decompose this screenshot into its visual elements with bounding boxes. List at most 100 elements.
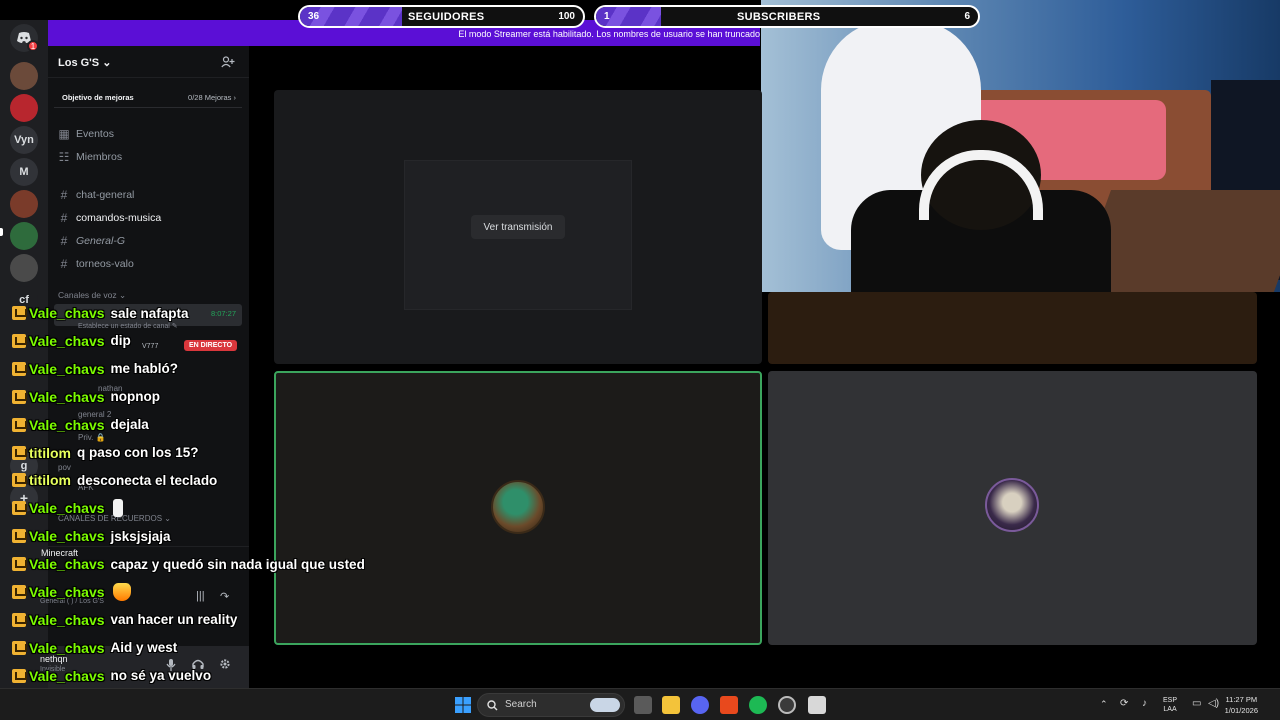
hand-emote-icon (112, 499, 123, 518)
followers-goal: 100 (558, 11, 575, 22)
clock-date: 1/01/2026 (1224, 706, 1258, 715)
chat-username: Vale_chavs (29, 611, 105, 628)
brave-browser-icon[interactable] (720, 696, 738, 714)
webcam-feed (761, 0, 1280, 292)
crown-badge-icon (12, 417, 27, 432)
chat-overlay: Vale_chavs sale nafapta Vale_chavs dip Vale_… (12, 302, 432, 720)
chat-text: me habló? (110, 361, 179, 377)
discord-taskbar-icon[interactable] (691, 696, 709, 714)
voice-category[interactable]: Canales de voz ⌄ (58, 290, 126, 301)
chat-message: titilom desconecta el teclado (12, 469, 217, 491)
boost-count-text: 0/28 Mejoras (188, 93, 232, 102)
subscribers-current: 1 (604, 11, 610, 22)
guild-name-label: Los G'S (58, 57, 100, 69)
volume-icon[interactable]: ◁) (1208, 698, 1219, 709)
task-view-icon[interactable] (634, 696, 652, 714)
chevron-down-icon: ⌄ (102, 57, 112, 69)
hash-icon: # (60, 211, 68, 225)
server-vyn[interactable]: Vyn (10, 126, 38, 154)
obs-icon[interactable] (778, 696, 796, 714)
boost-goal[interactable]: Objetivo de mejoras 0/28 Mejoras › (54, 86, 242, 108)
search-highlight-icon (590, 698, 620, 712)
hash-icon: # (60, 188, 68, 202)
search-icon (487, 700, 498, 711)
sync-icon[interactable]: ⟳ (1120, 698, 1128, 709)
events-link[interactable]: ▦ Eventos (58, 125, 114, 143)
participant-tile[interactable] (768, 371, 1257, 645)
subscribers-goal-bar: 1 SUBSCRIBERS 6 (594, 5, 980, 28)
guild-header[interactable]: Los G'S ⌄ (48, 46, 249, 78)
chat-text: dip (110, 333, 131, 349)
followers-goal-bar: 36 SEGUIDORES 100 (298, 5, 585, 28)
server-m[interactable]: M (10, 158, 38, 186)
chat-username: Vale_chavs (29, 556, 105, 573)
chat-message: Vale_chavs nopnop (12, 386, 160, 408)
fire-emote-icon (112, 583, 131, 601)
subscribers-label: SUBSCRIBERS (737, 11, 821, 23)
chat-username: Vale_chavs (29, 360, 105, 377)
monitor-icon[interactable]: ▭ (1192, 698, 1201, 709)
chat-message: Vale_chavs Aid y west (12, 637, 177, 659)
members-link[interactable]: ☷ Miembros (58, 148, 122, 166)
followers-label: SEGUIDORES (408, 11, 485, 23)
followers-current: 36 (308, 11, 320, 22)
chat-message: Vale_chavs dip (12, 330, 131, 352)
language-indicator[interactable]: ESP LAA (1163, 696, 1177, 714)
chevron-up-icon[interactable]: ⌃ (1100, 699, 1108, 710)
chat-username: titilom (29, 472, 71, 489)
chat-text: van hacer un reality (110, 612, 238, 628)
subscribers-goal: 6 (964, 11, 970, 22)
boost-label: Objetivo de mejoras (62, 93, 134, 102)
channel-chat-general[interactable]: # chat-general (58, 186, 135, 204)
chat-username: Vale_chavs (29, 305, 105, 321)
chat-message: Vale_chavs dejala (12, 414, 149, 436)
crown-badge-icon (12, 473, 27, 488)
server-avatar-2[interactable] (10, 94, 38, 122)
channel-comandos-musica[interactable]: # comandos-musica (58, 209, 162, 227)
screen: 1 Vyn M cf g + El modo Streamer está hab… (0, 0, 1280, 720)
chat-username: Vale_chavs (29, 667, 105, 684)
chat-username: Vale_chavs (29, 388, 105, 405)
mic-tray-icon[interactable]: ♪ (1142, 698, 1147, 709)
channel-label: torneos-valo (76, 258, 134, 270)
chat-username: titilom (29, 444, 71, 461)
app-window-icon[interactable] (808, 696, 826, 714)
server-avatar-4[interactable] (10, 222, 38, 250)
crown-badge-icon (12, 389, 27, 404)
windows-taskbar: Search ⌃ ⟳ ♪ ESP LAA ▭ ◁) 11:27 PM 1/01/20… (0, 688, 1280, 720)
lang-top: ESP (1163, 697, 1178, 704)
calendar-icon: ▦ (58, 127, 70, 141)
channel-general-g[interactable]: # General-G (58, 232, 125, 250)
server-avatar-5[interactable] (10, 254, 38, 282)
channel-label: comandos-musica (76, 212, 162, 224)
chat-username: Vale_chavs (29, 500, 105, 517)
windows-start-icon[interactable] (454, 696, 472, 714)
chat-text: q paso con los 15? (77, 445, 199, 460)
chat-message: Vale_chavs jsksjsjaja (12, 525, 171, 547)
participant-tile-camera[interactable] (768, 292, 1257, 364)
add-member-icon[interactable] (221, 56, 235, 68)
chat-message: Vale_chavs capaz y quedó sin nada igual q… (12, 553, 365, 575)
lang-bottom: LAA (1163, 706, 1177, 713)
crown-badge-icon (12, 668, 27, 683)
crown-badge-icon (12, 306, 27, 320)
server-avatar-3[interactable] (10, 190, 38, 218)
spotify-icon[interactable] (749, 696, 767, 714)
crown-badge-icon (12, 529, 27, 544)
server-avatar-1[interactable] (10, 62, 38, 90)
file-explorer-icon[interactable] (662, 696, 680, 714)
channel-torneos-valo[interactable]: # torneos-valo (58, 255, 134, 273)
crown-badge-icon (12, 557, 27, 572)
crown-badge-icon (12, 612, 27, 627)
chat-username: Vale_chavs (29, 584, 105, 600)
chat-text: nopnop (110, 389, 160, 405)
system-clock[interactable]: 11:27 PM 1/01/2026 (1225, 694, 1258, 716)
watch-stream-button[interactable]: Ver transmisión (471, 215, 565, 239)
taskbar-search[interactable]: Search (477, 693, 625, 717)
chat-text: no sé ya vuelvo (110, 668, 212, 684)
chat-message: Vale_chavs (12, 581, 131, 603)
crown-badge-icon (12, 585, 27, 599)
chat-message: titilom q paso con los 15? (12, 442, 199, 464)
chat-text: capaz y quedó sin nada igual que usted (110, 556, 365, 572)
clock-time: 11:27 PM (1225, 695, 1258, 704)
